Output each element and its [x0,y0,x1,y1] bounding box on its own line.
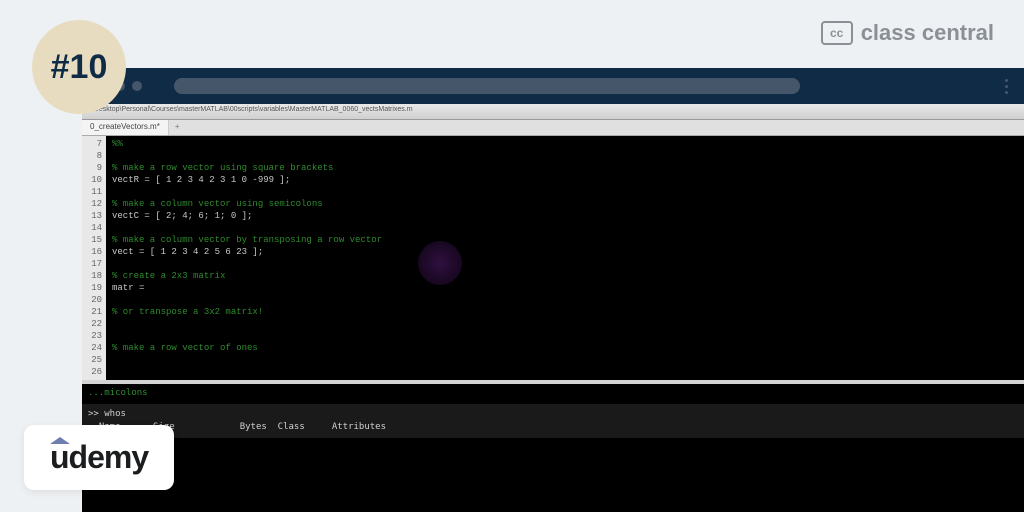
code-line[interactable]: % make a column vector using semicolons [112,198,1018,210]
console-output: Name Size Bytes Class Attributes [88,421,1018,434]
code-line[interactable] [112,258,1018,270]
code-line[interactable]: % make a column vector by transposing a … [112,234,1018,246]
line-number: 14 [84,222,102,234]
udemy-logo: udemy [24,425,174,490]
code-line[interactable] [112,150,1018,162]
code-line[interactable] [112,354,1018,366]
line-number: 17 [84,258,102,270]
browser-chrome [82,68,1024,104]
code-line[interactable] [112,330,1018,342]
line-number: 18 [84,270,102,282]
code-editor[interactable]: 7891011121314151617181920212223242526 %%… [82,136,1024,380]
code-line[interactable]: % create a 2x3 matrix [112,270,1018,282]
cursor-indicator-icon [418,241,462,285]
console-prompt: >> whos [88,408,1018,421]
code-line[interactable]: matr = [112,282,1018,294]
code-line[interactable]: vectR = [ 1 2 3 4 2 3 1 0 -999 ]; [112,174,1018,186]
code-line[interactable]: % make a row vector using square bracket… [112,162,1018,174]
app-content: ...Desktop\Personal\Courses\masterMATLAB… [82,104,1024,512]
browser-window: ...Desktop\Personal\Courses\masterMATLAB… [82,68,1024,512]
rank-badge: #10 [32,20,126,114]
line-number: 26 [84,366,102,378]
line-number: 22 [84,318,102,330]
line-number: 19 [84,282,102,294]
line-number: 12 [84,198,102,210]
code-line[interactable]: vect = [ 1 2 3 4 2 5 6 23 ]; [112,246,1018,258]
line-number: 9 [84,162,102,174]
new-tab-button[interactable]: + [169,120,186,135]
command-window[interactable]: >> whos Name Size Bytes Class Attributes [82,404,1024,438]
line-number: 20 [84,294,102,306]
code-line[interactable]: % or transpose a 3x2 matrix! [112,306,1018,318]
code-line[interactable] [112,186,1018,198]
line-number: 25 [84,354,102,366]
line-number: 16 [84,246,102,258]
editor-tab[interactable]: 0_createVectors.m* [82,120,169,135]
udemy-hat-icon [50,437,70,444]
line-number: 24 [84,342,102,354]
code-line[interactable] [112,294,1018,306]
line-number: 10 [84,174,102,186]
maximize-icon[interactable] [132,81,142,91]
line-number: 8 [84,150,102,162]
code-line[interactable]: %% [112,138,1018,150]
code-line[interactable] [112,366,1018,378]
line-number: 11 [84,186,102,198]
line-number: 15 [84,234,102,246]
cc-logo-text: class central [861,20,994,46]
menu-button[interactable] [988,79,1008,94]
code-line[interactable]: vectC = [ 2; 4; 6; 1; 0 ]; [112,210,1018,222]
class-central-logo: cc class central [821,20,994,46]
line-gutter: 7891011121314151617181920212223242526 [82,136,106,380]
cc-icon: cc [821,21,853,45]
address-bar[interactable] [174,78,800,94]
line-number: 13 [84,210,102,222]
line-number: 23 [84,330,102,342]
line-number: 21 [84,306,102,318]
console-section-label: ...micolons [82,384,1024,404]
code-line[interactable]: % make a row vector of ones [112,342,1018,354]
path-toolbar: ...Desktop\Personal\Courses\masterMATLAB… [82,104,1024,120]
code-line[interactable] [112,222,1018,234]
code-line[interactable] [112,318,1018,330]
line-number: 7 [84,138,102,150]
code-area[interactable]: %% % make a row vector using square brack… [106,136,1024,380]
editor-tabs: 0_createVectors.m* + [82,120,1024,136]
